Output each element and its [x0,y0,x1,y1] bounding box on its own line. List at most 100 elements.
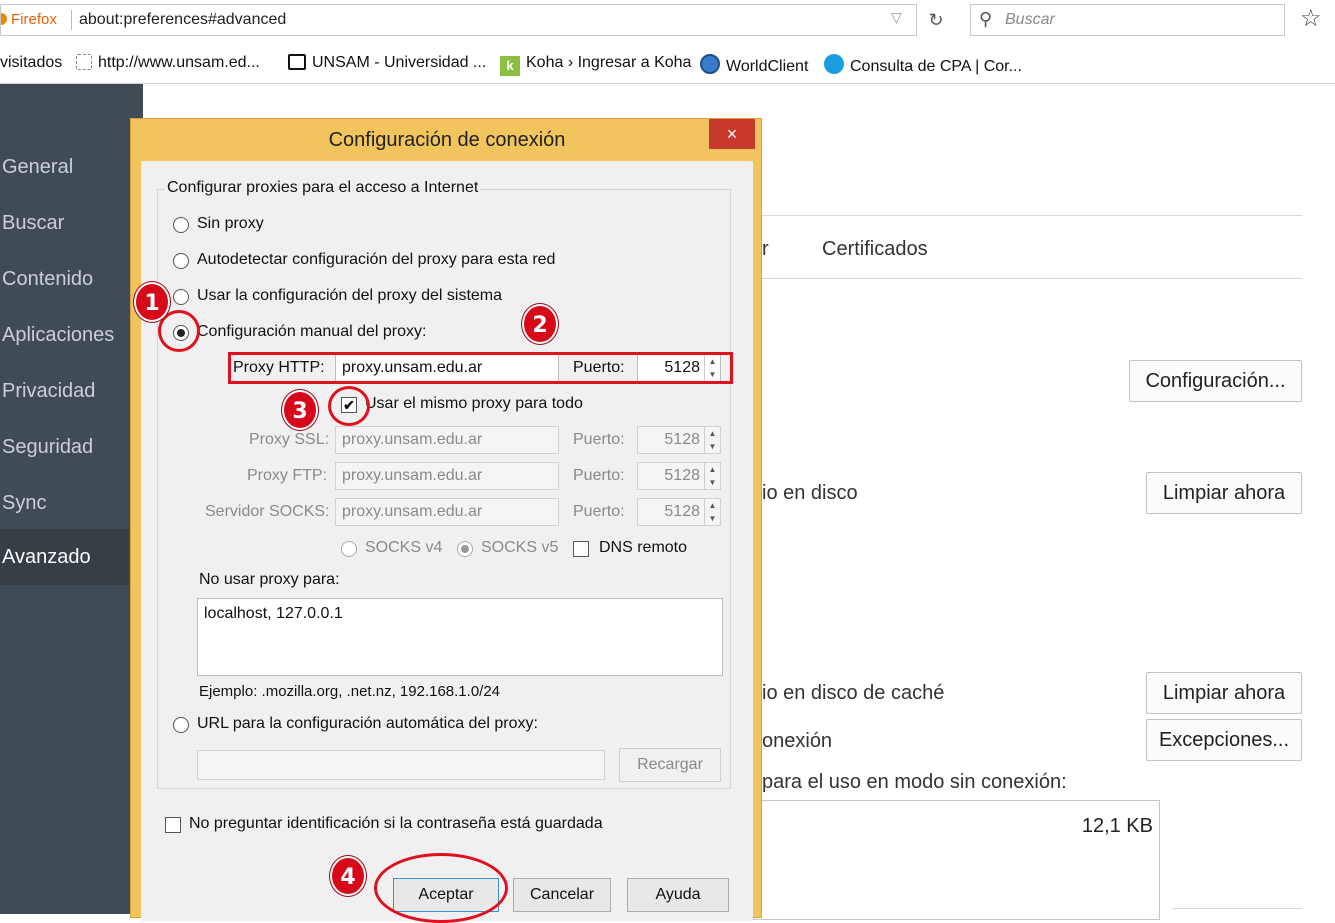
sidebar-item-sync[interactable]: Sync [0,475,143,531]
label-socks-port: Puerto: [573,503,625,520]
label-auto-detect[interactable]: Autodetectar configuración del proxy par… [197,251,555,269]
offline-notify-text: onexión [762,730,833,752]
annotation-badge-2: 2 [522,304,558,344]
sidebar-item-label: Aplicaciones [2,324,115,346]
ssl-port-value: 5128 [664,431,700,448]
radio-no-proxy[interactable] [173,217,189,233]
annotation-badge-3: 3 [282,390,318,430]
label-no-proxy-for: No usar proxy para: [199,571,340,588]
radio-socks-v5[interactable] [457,541,473,557]
globe-icon [700,54,720,74]
label-no-ask-auth[interactable]: No preguntar identificación si la contra… [189,815,603,833]
bottom-button-edge [1172,908,1302,909]
sidebar-item-avanzado[interactable]: Avanzado [0,529,129,585]
dns-remote-checkbox[interactable] [573,541,589,557]
label-socks-v5[interactable]: SOCKS v5 [481,539,558,557]
url-bar[interactable]: Firefox about:preferences#advanced ▽ [0,4,917,36]
ssl-port-input[interactable]: 5128 ▲ ▼ [637,426,721,454]
sidebar-item-label: Buscar [2,212,65,234]
label-dns-remote[interactable]: DNS remoto [599,539,687,557]
radio-system-proxy[interactable] [173,289,189,305]
sidebar-item-label: Contenido [2,268,94,290]
firefox-identity[interactable]: Firefox [1,11,57,28]
label-auto-config-url[interactable]: URL para la configuración automática del… [197,715,538,733]
bookmark-unsam-url[interactable]: http://www.unsam.ed... [76,54,260,72]
sidebar-item-general[interactable]: General [0,139,143,195]
bookmark-worldclient[interactable]: WorldClient [700,54,808,76]
socks-host-input[interactable]: proxy.unsam.edu.ar [335,498,559,526]
bookmark-cpa[interactable]: Consulta de CPA | Cor... [824,54,1022,76]
bookmark-unsam[interactable]: UNSAM - Universidad ... [288,54,486,72]
sidebar-item-contenido[interactable]: Contenido [0,251,143,307]
offline-size-value: 12,1 KB [1081,815,1153,837]
annotation-badge-1: 1 [134,282,170,322]
annotation-badge-4: 4 [330,856,366,896]
search-input[interactable]: ⚲ Buscar [970,4,1285,36]
connection-settings-button[interactable]: Configuración... [1129,360,1302,402]
bookmark-label: WorldClient [726,58,809,75]
tab-certificados[interactable]: Certificados [822,238,928,261]
toolbar-divider [0,83,1335,84]
bookmarks-toolbar: visitados http://www.unsam.ed... UNSAM -… [0,46,1335,82]
port-spinner-icon[interactable]: ▲ ▼ [704,463,720,489]
label-socks-v4[interactable]: SOCKS v4 [365,539,442,557]
label-ftp-port: Puerto: [573,467,625,484]
exceptions-button[interactable]: Excepciones... [1146,719,1302,761]
reload-button[interactable]: Recargar [619,748,721,782]
page-icon [76,54,92,70]
chevron-down-icon[interactable]: ▽ [891,9,902,26]
firefox-icon [1,13,7,25]
sidebar-item-buscar[interactable]: Buscar [0,195,143,251]
sidebar-item-privacidad[interactable]: Privacidad [0,363,143,419]
ssl-proxy-input[interactable]: proxy.unsam.edu.ar [335,426,559,454]
port-spinner-icon[interactable]: ▲ ▼ [704,499,720,525]
label-same-proxy[interactable]: Usar el mismo proxy para todo [365,395,583,413]
bookmark-visitados[interactable]: visitados [0,54,62,72]
socks-port-value: 5128 [664,503,700,520]
sidebar-item-label: Sync [2,492,47,514]
label-system-proxy[interactable]: Usar la configuración del proxy del sist… [197,287,502,305]
clear-cache-button[interactable]: Limpiar ahora [1146,472,1302,514]
port-spinner-icon[interactable]: ▲ ▼ [704,427,720,453]
label-manual-proxy[interactable]: Configuración manual del proxy: [197,323,426,341]
socks-port-input[interactable]: 5128 ▲ ▼ [637,498,721,526]
annotation-box-http [228,352,733,384]
radio-socks-v4[interactable] [341,541,357,557]
offline-use-text: para el uso en modo sin conexión: [762,771,1067,793]
tab-partial[interactable]: r [762,238,769,261]
ftp-proxy-input[interactable]: proxy.unsam.edu.ar [335,462,559,490]
reload-icon[interactable]: ↻ [920,6,952,34]
no-proxy-textarea[interactable]: localhost, 127.0.0.1 [197,598,723,676]
sidebar-item-seguridad[interactable]: Seguridad [0,419,143,475]
auto-config-url-input[interactable] [197,750,605,780]
cancel-button[interactable]: Cancelar [513,878,611,912]
no-ask-auth-checkbox[interactable] [165,817,181,833]
dialog-body: Configurar proxies para el acceso a Inte… [141,161,753,921]
koha-icon: k [500,56,520,76]
bookmark-star-icon[interactable]: ☆ [1300,4,1322,33]
bookmark-koha[interactable]: k Koha › Ingresar a Koha [500,54,691,76]
close-icon[interactable]: × [709,119,755,149]
sidebar-item-label: General [2,156,74,178]
preferences-sidebar: General Buscar Contenido Aplicaciones Pr… [0,84,143,914]
sidebar-item-label: Seguridad [2,436,94,458]
radio-auto-detect[interactable] [173,253,189,269]
bookmark-label: visitados [0,54,63,71]
search-icon: ⚲ [979,9,993,29]
ftp-port-input[interactable]: 5128 ▲ ▼ [637,462,721,490]
label-ssl-proxy: Proxy SSL: [249,431,330,448]
radio-auto-config-url[interactable] [173,717,189,733]
bookmark-label: Consulta de CPA | Cor... [850,58,1022,75]
browser-brand-label: Firefox [11,11,57,28]
offline-sites-list[interactable]: 12,1 KB [740,800,1160,920]
sidebar-item-label: Avanzado [2,546,91,568]
help-button[interactable]: Ayuda [627,878,729,912]
label-no-proxy[interactable]: Sin proxy [197,215,264,233]
clear-offline-button[interactable]: Limpiar ahora [1146,672,1302,714]
annotation-ring-3 [328,386,370,426]
no-proxy-example: Ejemplo: .mozilla.org, .net.nz, 192.168.… [199,683,501,700]
sidebar-item-label: Privacidad [2,380,96,402]
bookmark-label: Koha › Ingresar a Koha [526,54,692,71]
url-text[interactable]: about:preferences#advanced [79,11,286,29]
sidebar-item-aplicaciones[interactable]: Aplicaciones [0,307,143,363]
